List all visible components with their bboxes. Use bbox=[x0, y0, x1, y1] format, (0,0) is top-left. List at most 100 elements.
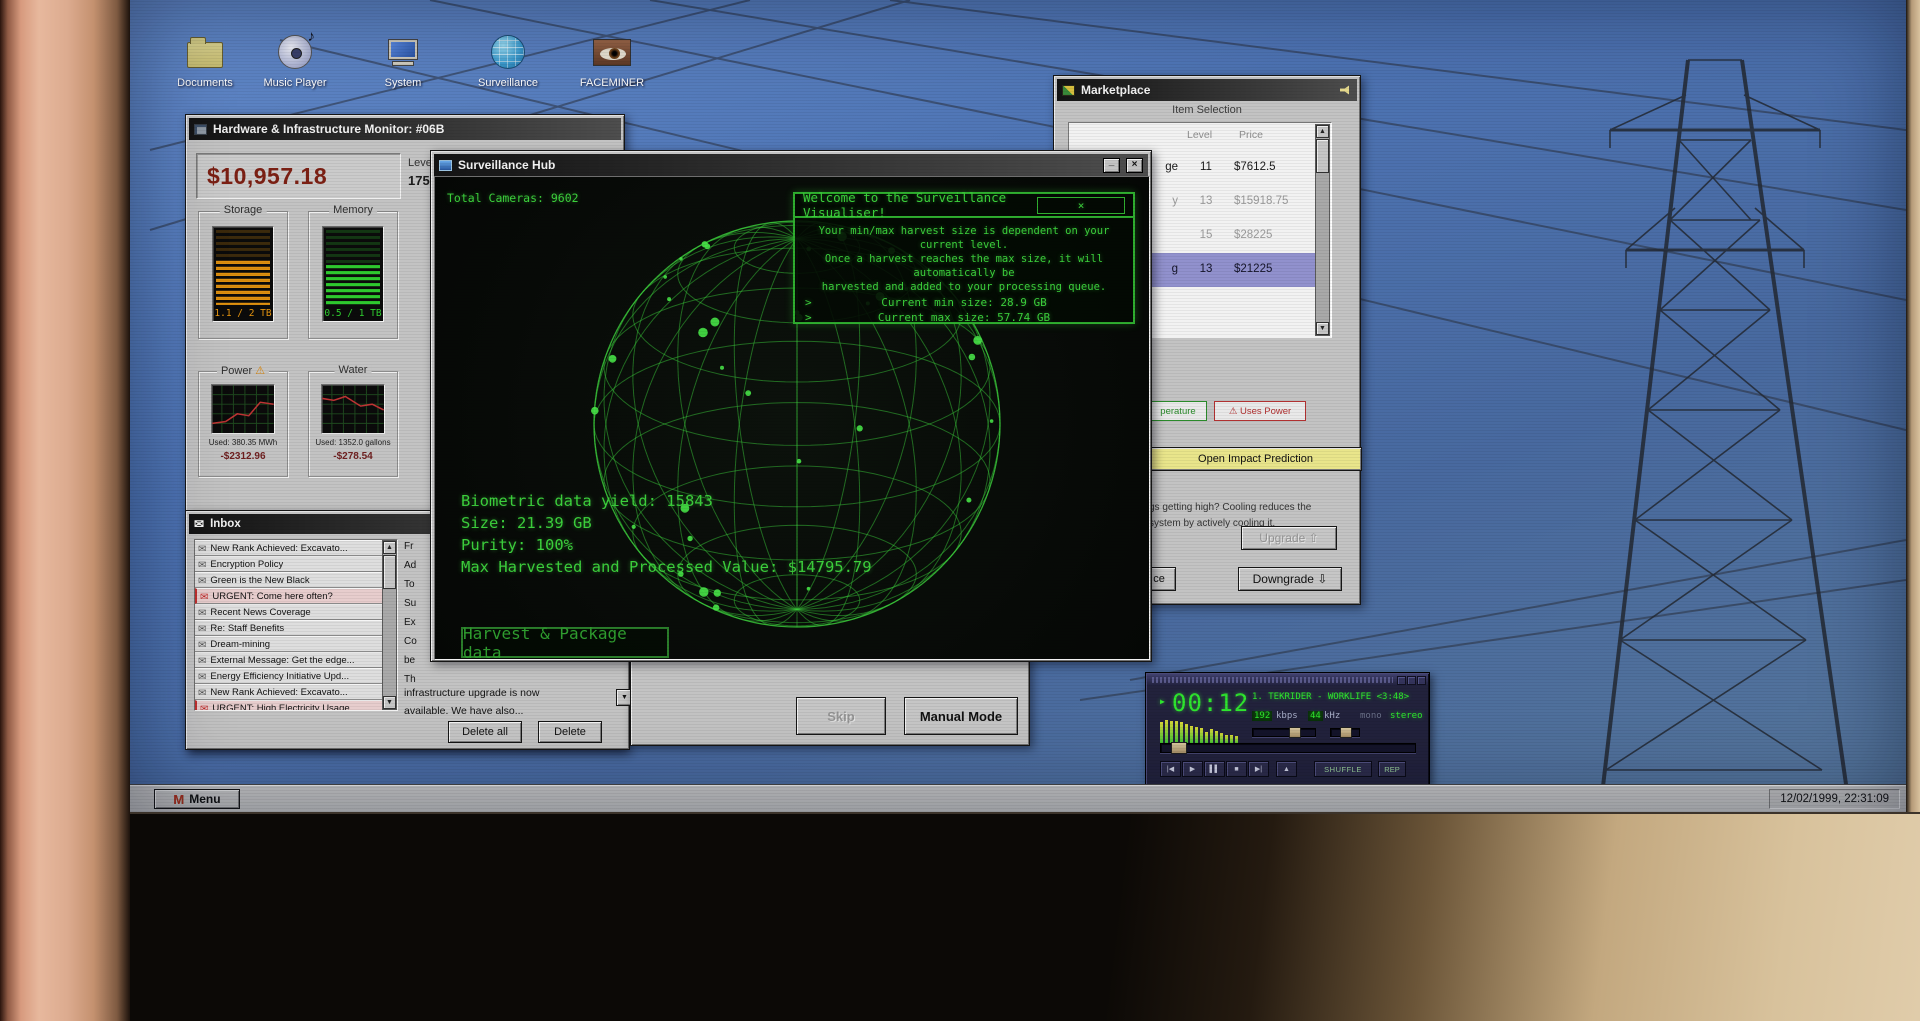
mail-item[interactable]: Energy Efficiency Initiative Upd... bbox=[195, 668, 383, 684]
upgrade-button[interactable]: Upgrade ⇧ bbox=[1241, 526, 1337, 550]
volume-slider[interactable] bbox=[1252, 727, 1316, 738]
track-time: 00:12 bbox=[1172, 689, 1250, 717]
mail-item[interactable]: Recent News Coverage bbox=[195, 604, 383, 620]
listbox-scrollbar[interactable] bbox=[1315, 124, 1330, 336]
desktop-icon-faceminer[interactable]: FACEMINER bbox=[575, 30, 649, 89]
delete-all-button[interactable]: Delete all bbox=[448, 721, 522, 743]
repeat-button[interactable]: REP bbox=[1378, 761, 1406, 777]
eye-icon bbox=[593, 38, 631, 66]
storage-group: Storage 1.1 / 2 TB bbox=[198, 204, 288, 339]
scroll-down-icon[interactable] bbox=[383, 696, 396, 709]
dialog-line1: Your min/max harvest size is dependent o… bbox=[818, 225, 1110, 251]
mail-item[interactable]: Encryption Policy bbox=[195, 556, 383, 572]
seek-bar[interactable] bbox=[1160, 742, 1416, 754]
delete-button[interactable]: Delete bbox=[538, 721, 602, 743]
column-header-price: Price bbox=[1239, 129, 1263, 141]
storage-label: Storage bbox=[219, 204, 267, 216]
column-header-level: Level bbox=[1187, 129, 1213, 141]
play-button[interactable] bbox=[1182, 761, 1203, 777]
mail-body-line1: infrastructure upgrade is now bbox=[404, 687, 540, 699]
stop-button[interactable] bbox=[1226, 761, 1247, 777]
balance-slider[interactable] bbox=[1330, 727, 1360, 738]
mail-item[interactable]: External Message: Get the edge... bbox=[195, 652, 383, 668]
level-value: 175 bbox=[408, 173, 430, 188]
desktop-icon-system[interactable]: System bbox=[366, 30, 440, 89]
scroll-up-icon[interactable] bbox=[383, 541, 396, 554]
desktop-icon-music-player[interactable]: Music Player bbox=[258, 28, 332, 89]
total-cameras: Total Cameras: 9602 bbox=[447, 191, 579, 205]
stereo-indicator: stereo bbox=[1390, 711, 1423, 721]
menu-button[interactable]: M Menu bbox=[154, 789, 240, 809]
icon-label: System bbox=[384, 77, 422, 89]
bitrate-value: 192 bbox=[1252, 711, 1273, 721]
play-status-icon: ▶ bbox=[1160, 697, 1165, 706]
shuffle-button[interactable]: SHUFFLE bbox=[1314, 761, 1372, 777]
water-cost: -$278.54 bbox=[333, 451, 373, 462]
temperature-badge: perature bbox=[1149, 401, 1207, 421]
player-titlebar[interactable] bbox=[1147, 674, 1428, 686]
prompt-icon: > bbox=[805, 296, 812, 309]
close-button[interactable] bbox=[1126, 157, 1143, 173]
mail-scrollbar[interactable] bbox=[382, 540, 397, 710]
marketplace-titlebar[interactable]: Marketplace bbox=[1057, 79, 1357, 101]
storage-gauge: 1.1 / 2 TB bbox=[212, 226, 274, 322]
player-close-icon[interactable] bbox=[1417, 675, 1426, 685]
folder-icon bbox=[187, 37, 223, 68]
harvest-stats: Biometric data yield: 15843 Size: 21.39 … bbox=[461, 490, 872, 578]
biometric-yield: Biometric data yield: 15843 bbox=[461, 492, 713, 510]
bitrate-unit: kbps bbox=[1276, 711, 1298, 721]
mail-item-urgent[interactable]: URGENT: Come here often? bbox=[195, 588, 383, 604]
envelope-icon bbox=[194, 517, 204, 531]
marketplace-icon bbox=[1062, 84, 1075, 96]
track-title: 1. TEKRIDER - WORKLIFE <3:48> bbox=[1252, 692, 1410, 702]
next-button[interactable] bbox=[1248, 761, 1269, 777]
menu-label: Menu bbox=[189, 792, 221, 806]
pause-button[interactable] bbox=[1204, 761, 1225, 777]
window-surveillance-hub: Surveillance Hub Total Cameras: 9602 Wel… bbox=[430, 150, 1152, 662]
mail-item[interactable]: Re: Staff Benefits bbox=[195, 620, 383, 636]
mail-item[interactable]: New Rank Achieved: Excavato... bbox=[195, 684, 383, 700]
downgrade-button[interactable]: Downgrade ⇩ bbox=[1238, 567, 1342, 591]
player-shade-icon[interactable] bbox=[1407, 675, 1416, 685]
balance-thumb[interactable] bbox=[1340, 727, 1352, 738]
titlebar-grip bbox=[1152, 677, 1393, 683]
harvest-purity: Purity: 100% bbox=[461, 536, 573, 554]
mail-item[interactable]: New Rank Achieved: Excavato... bbox=[195, 540, 383, 556]
icon-label: Music Player bbox=[263, 77, 327, 89]
storage-value: 1.1 / 2 TB bbox=[214, 308, 272, 319]
uses-power-badge: ⚠ Uses Power bbox=[1214, 401, 1306, 421]
memory-label: Memory bbox=[329, 204, 377, 216]
power-cost: -$2312.96 bbox=[220, 451, 266, 462]
scroll-thumb[interactable] bbox=[383, 555, 396, 589]
previous-button[interactable] bbox=[1160, 761, 1181, 777]
mail-icon-urgent bbox=[200, 699, 208, 710]
water-label: Water bbox=[334, 364, 372, 376]
scroll-thumb[interactable] bbox=[1316, 139, 1329, 173]
seek-thumb[interactable] bbox=[1171, 742, 1187, 754]
icon-label: FACEMINER bbox=[579, 77, 645, 89]
open-impact-prediction-button[interactable]: Open Impact Prediction bbox=[1149, 447, 1362, 471]
eject-button[interactable] bbox=[1276, 761, 1297, 777]
memory-value: 0.5 / 1 TB bbox=[324, 308, 382, 319]
scroll-up-icon[interactable] bbox=[1316, 125, 1329, 138]
desktop-icon-surveillance[interactable]: Surveillance bbox=[471, 30, 545, 89]
hardware-titlebar[interactable]: Hardware & Infrastructure Monitor: #06B bbox=[189, 118, 621, 140]
manual-mode-button[interactable]: Manual Mode bbox=[904, 697, 1018, 735]
surveillance-titlebar[interactable]: Surveillance Hub bbox=[434, 154, 1148, 176]
mail-item[interactable]: Green is the New Black bbox=[195, 572, 383, 588]
speaker-icon[interactable] bbox=[1340, 85, 1349, 95]
skip-button[interactable]: Skip bbox=[796, 697, 886, 735]
power-graph bbox=[211, 384, 275, 434]
dialog-close-button[interactable]: × bbox=[1037, 196, 1125, 214]
power-label: Power bbox=[220, 365, 253, 377]
volume-thumb[interactable] bbox=[1289, 727, 1301, 738]
mail-item-urgent[interactable]: URGENT: High Electricity Usage bbox=[195, 699, 383, 710]
minimize-button[interactable] bbox=[1103, 157, 1120, 173]
mail-item[interactable]: Dream-mining bbox=[195, 636, 383, 652]
surveillance-icon bbox=[439, 159, 452, 171]
desktop-icon-documents[interactable]: Documents bbox=[168, 30, 242, 89]
player-minimize-icon[interactable] bbox=[1397, 675, 1406, 685]
window-title: Inbox bbox=[210, 518, 241, 530]
scroll-down-icon[interactable] bbox=[1316, 322, 1329, 335]
harvest-package-button[interactable]: Harvest & Package data bbox=[461, 624, 669, 659]
